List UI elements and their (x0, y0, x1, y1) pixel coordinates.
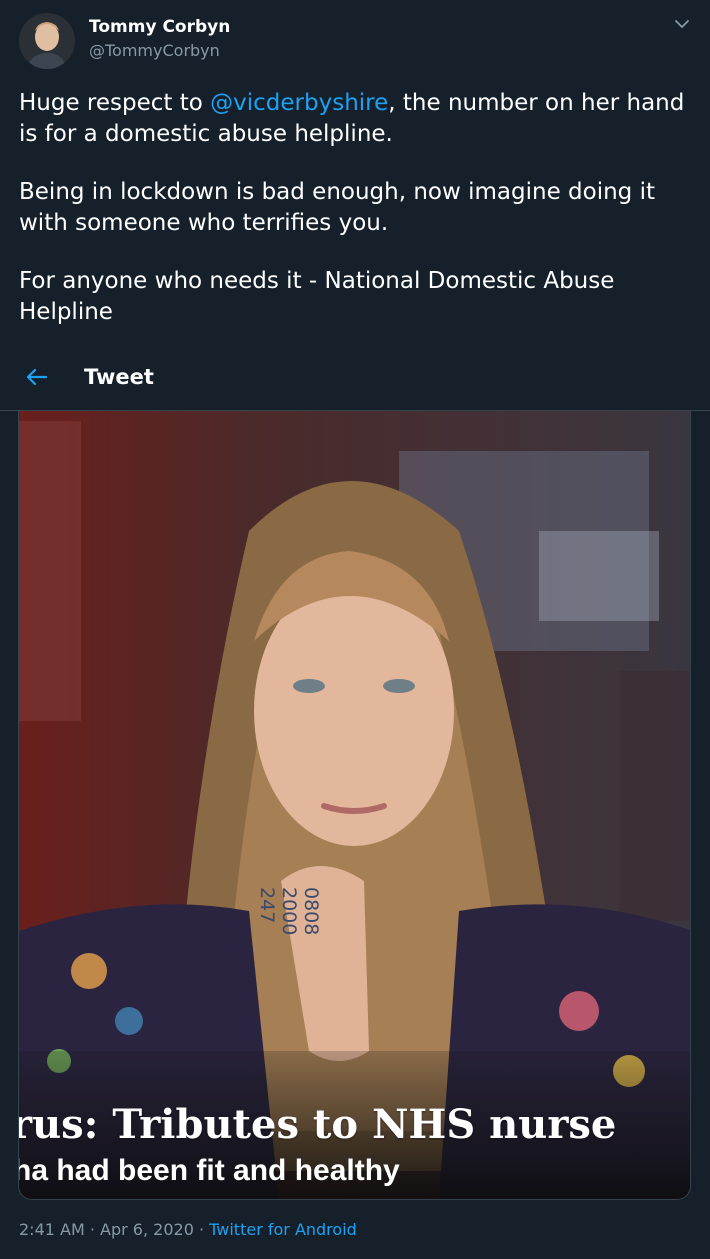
news-caption-headline: rus: Tributes to NHS nurse (18, 1101, 617, 1148)
author-handle[interactable]: @TommyCorbyn (89, 41, 220, 60)
back-arrow-icon[interactable] (24, 364, 50, 390)
tweet-header-bar: Tweet (0, 346, 710, 411)
hand-written-number: 0808 2000 247 (256, 887, 322, 936)
mention-link[interactable]: @vicderbyshire (210, 90, 388, 116)
tweet-media-image[interactable]: 0808 2000 247 rus: Tributes to NHS nurse… (18, 411, 691, 1200)
news-caption-subline: ha had been fit and healthy (18, 1154, 400, 1187)
author-display-name[interactable]: Tommy Corbyn (89, 17, 230, 37)
meta-separator: · (193, 1220, 210, 1239)
chevron-down-icon[interactable] (672, 14, 692, 34)
tweet-source-link[interactable]: Twitter for Android (209, 1220, 357, 1239)
tweet-paragraph-3: For anyone who needs it - National Domes… (19, 268, 615, 325)
tweet-paragraph-2: Being in lockdown is bad enough, now ima… (19, 179, 655, 236)
tweet-text-segment: Huge respect to (19, 90, 211, 116)
meta-separator: · (84, 1220, 101, 1239)
avatar[interactable] (19, 13, 75, 69)
tweet-paragraph-1: Huge respect to @vicderbyshire, the numb… (19, 88, 699, 150)
tweet-time[interactable]: 2:41 AM (19, 1220, 85, 1239)
tweet-date[interactable]: Apr 6, 2020 (100, 1220, 194, 1239)
news-photo (19, 411, 690, 1199)
tweet-meta: 2:41 AM · Apr 6, 2020 · Twitter for Andr… (19, 1220, 357, 1239)
tweet-text: Huge respect to @vicderbyshire, the numb… (19, 88, 699, 344)
header-title: Tweet (84, 365, 154, 389)
